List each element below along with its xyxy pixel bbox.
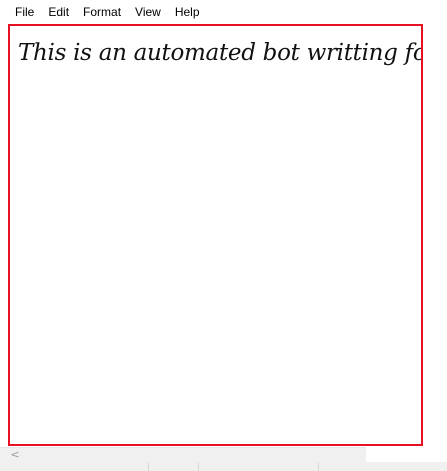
menu-file[interactable]: File — [8, 4, 41, 20]
text-editor-area[interactable]: This is an automated bot writting fo — [8, 24, 423, 446]
menu-view[interactable]: View — [128, 4, 168, 20]
status-divider — [148, 463, 149, 471]
chevron-left-icon[interactable]: < — [8, 448, 22, 462]
menu-help[interactable]: Help — [168, 4, 207, 20]
status-divider — [198, 463, 199, 471]
status-divider — [318, 463, 319, 471]
status-bar — [0, 462, 447, 471]
editor-text: This is an automated bot writting fo — [18, 40, 423, 66]
menu-bar: File Edit Format View Help — [0, 0, 447, 22]
horizontal-scrollbar[interactable]: < — [0, 447, 366, 462]
menu-edit[interactable]: Edit — [41, 4, 76, 20]
menu-format[interactable]: Format — [76, 4, 128, 20]
